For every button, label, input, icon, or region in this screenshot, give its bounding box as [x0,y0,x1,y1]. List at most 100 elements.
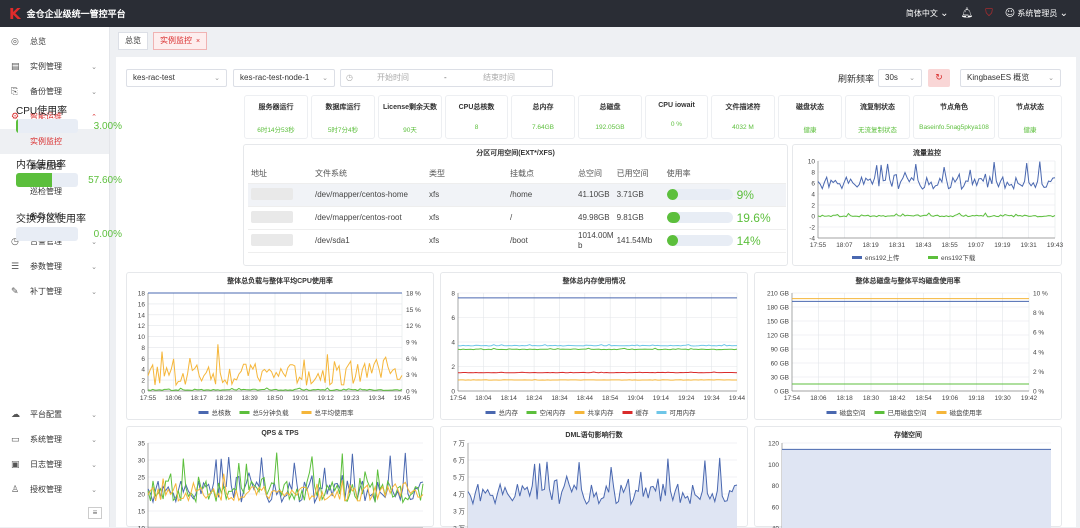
table-row[interactable]: /dev/mapper/centos-root xfs / 49.98GB 9.… [248,206,786,229]
table-row[interactable]: /dev/mapper/centos-home xfs /home 41.10G… [248,183,786,206]
shield-icon[interactable]: ⛉ [985,8,993,19]
sidebar-item-patch[interactable]: ✎补丁管理⌄ [0,279,109,304]
filter-bar: kes-rac-test⌄ kes-rac-test-node-1⌄ ◷ 开始时… [126,69,1066,87]
stat-card: 服务器运行6时14分53秒 [244,95,308,139]
legend-swatch [199,411,209,414]
x-tick-label: 19:19 [994,242,1011,249]
sidebar-item-log[interactable]: ▣日志管理⌄ [0,452,109,477]
chevron-down-icon: ⌄ [91,461,97,469]
chevron-down-icon: ⌄ [91,288,97,296]
type-cell: xfs [426,206,507,229]
total-cell: 41.10GB [575,183,614,206]
refresh-interval-select[interactable]: 30s⌄ [878,69,922,87]
stat-card: CPU总核数8 [445,95,508,139]
y-tick-label: 15 [138,509,146,516]
sidebar-item-license[interactable]: ♙授权管理⌄ [0,477,109,502]
y-tick-label: 8 [451,291,455,298]
mem-usage-fill [16,173,52,187]
usage-pct: 14% [737,234,761,248]
y2-tick-label: 4 % [1033,349,1044,356]
address-cell [248,229,312,252]
sidebar-item-backup[interactable]: ⎘备份管理⌄ [0,79,109,104]
mem-usage-value: 57.60% [88,175,122,186]
x-tick-label: 19:45 [394,395,411,402]
stat-value: 7.64GB [512,124,574,131]
chart-title: 整体总负载与整体平均CPU使用率 [127,276,433,286]
stat-value: 90天 [379,124,441,134]
x-tick-label: 17:55 [140,395,157,402]
x-tick-label: 19:01 [292,395,309,402]
chevron-down-icon: ⌄ [91,63,97,71]
range-separator: - [444,70,447,86]
collapse-menu-icon[interactable]: ≡ [88,507,102,519]
swap-usage-bar [16,227,78,241]
language-selector[interactable]: 简体中文 ⌄ [906,8,949,19]
stat-value: 健康 [779,124,841,134]
stat-value: 无流复制状态 [846,124,909,134]
y-tick-label: 16 [138,301,146,308]
legend-swatch [928,256,938,259]
start-time-input[interactable]: 开始时间 [377,70,409,86]
partition-panel: 分区可用空间(EXT*/XFS) 地址 文件系统 类型 挂载点 总空间 已用空间… [243,144,788,266]
close-icon[interactable]: × [196,38,200,45]
stat-value: 健康 [999,124,1061,134]
legend-swatch [937,411,947,414]
total-cell: 1014.00M b [575,229,614,252]
legend-label: 共享内存 [588,408,615,417]
stat-title: 文件描述符 [712,102,774,112]
sidebar-item-label: 备份管理 [30,86,62,97]
y-tick-label: 10 [138,334,146,341]
stat-title: CPU iowait [646,102,707,109]
sidebar-item-instance[interactable]: ▤实例管理⌄ [0,54,109,79]
stat-card: 数据库运行5时7分4秒 [311,95,375,139]
stat-card: CPU iowait0 % [645,95,708,139]
x-tick-label: 18:55 [942,242,959,249]
traffic-chart-panel: 流量监控-4-2024681017:5518:0718:1918:3118:43… [792,144,1062,266]
sidebar-item-system[interactable]: ▭系统管理⌄ [0,427,109,452]
disk-chart-panel: 整体总磁盘与整体平均磁盘使用率0 GB30 GB60 GB90 GB120 GB… [754,272,1062,420]
user-name: 系统管理员 [1017,9,1057,18]
overview-select[interactable]: KingbaseES 概览⌄ [960,69,1061,87]
stat-title: CPU总核数 [446,102,507,112]
user-menu[interactable]: ☺ 系统管理员 ⌄ [1005,8,1068,19]
memory-chart-panel: 整体总内存使用情况0246817:5418:0418:1418:2418:341… [440,272,748,420]
sidebar-item-platform[interactable]: ☁平台配置⌄ [0,402,109,427]
tab-instance-monitor[interactable]: 实例监控 × [153,32,207,50]
refresh-button[interactable]: ↻ [928,69,950,87]
bell-icon[interactable]: 🔔︎ [961,8,974,19]
x-tick-label: 18:31 [889,242,906,249]
cluster-select[interactable]: kes-rac-test⌄ [126,69,227,87]
y-tick-label: 4 [811,192,815,199]
y-tick-label: 12 [138,323,146,330]
col-address: 地址 [248,165,312,183]
partition-title: 分区可用空间(EXT*/XFS) [244,148,787,158]
y2-tick-label: 8 % [1033,310,1044,317]
end-time-input[interactable]: 结束时间 [483,70,515,86]
partition-table: 地址 文件系统 类型 挂载点 总空间 已用空间 使用率 /dev/mapper/… [248,165,786,253]
legend-swatch [623,411,633,414]
stat-title: 总内存 [512,102,574,112]
usage-bar [667,235,733,246]
storage-chart-panel: 存储空间406080100120 [754,426,1062,527]
stat-title: 节点状态 [999,102,1061,112]
brand[interactable]: K 金仓企业级统一管控平台 [0,5,126,23]
sidebar-item-overview[interactable]: ◎总览 [0,29,109,54]
node-select[interactable]: kes-rac-test-node-1⌄ [233,69,335,87]
y-tick-label: 60 [772,504,780,511]
table-row[interactable]: /dev/sda1 xfs /boot 1014.00M b 141.54Mb … [248,229,786,252]
y2-tick-label: 6 % [1033,330,1044,337]
usage-pct: 9% [737,188,754,202]
tab-overview[interactable]: 总览 [118,32,148,50]
mount-cell: /boot [507,229,575,252]
chevron-down-icon: ⌄ [1060,8,1068,19]
usage-fill [667,235,678,246]
y-tick-label: 8 [141,345,145,352]
y-tick-label: 6 万 [453,457,465,465]
x-tick-label: 18:04 [475,395,492,402]
used-cell: 9.81GB [614,206,664,229]
mem-usage-bar [16,173,78,187]
refresh-value: 30s [885,73,898,82]
x-tick-label: 18:44 [577,395,594,402]
tab-label: 实例监控 [160,36,192,45]
date-range-picker[interactable]: ◷ 开始时间 - 结束时间 [340,69,553,87]
